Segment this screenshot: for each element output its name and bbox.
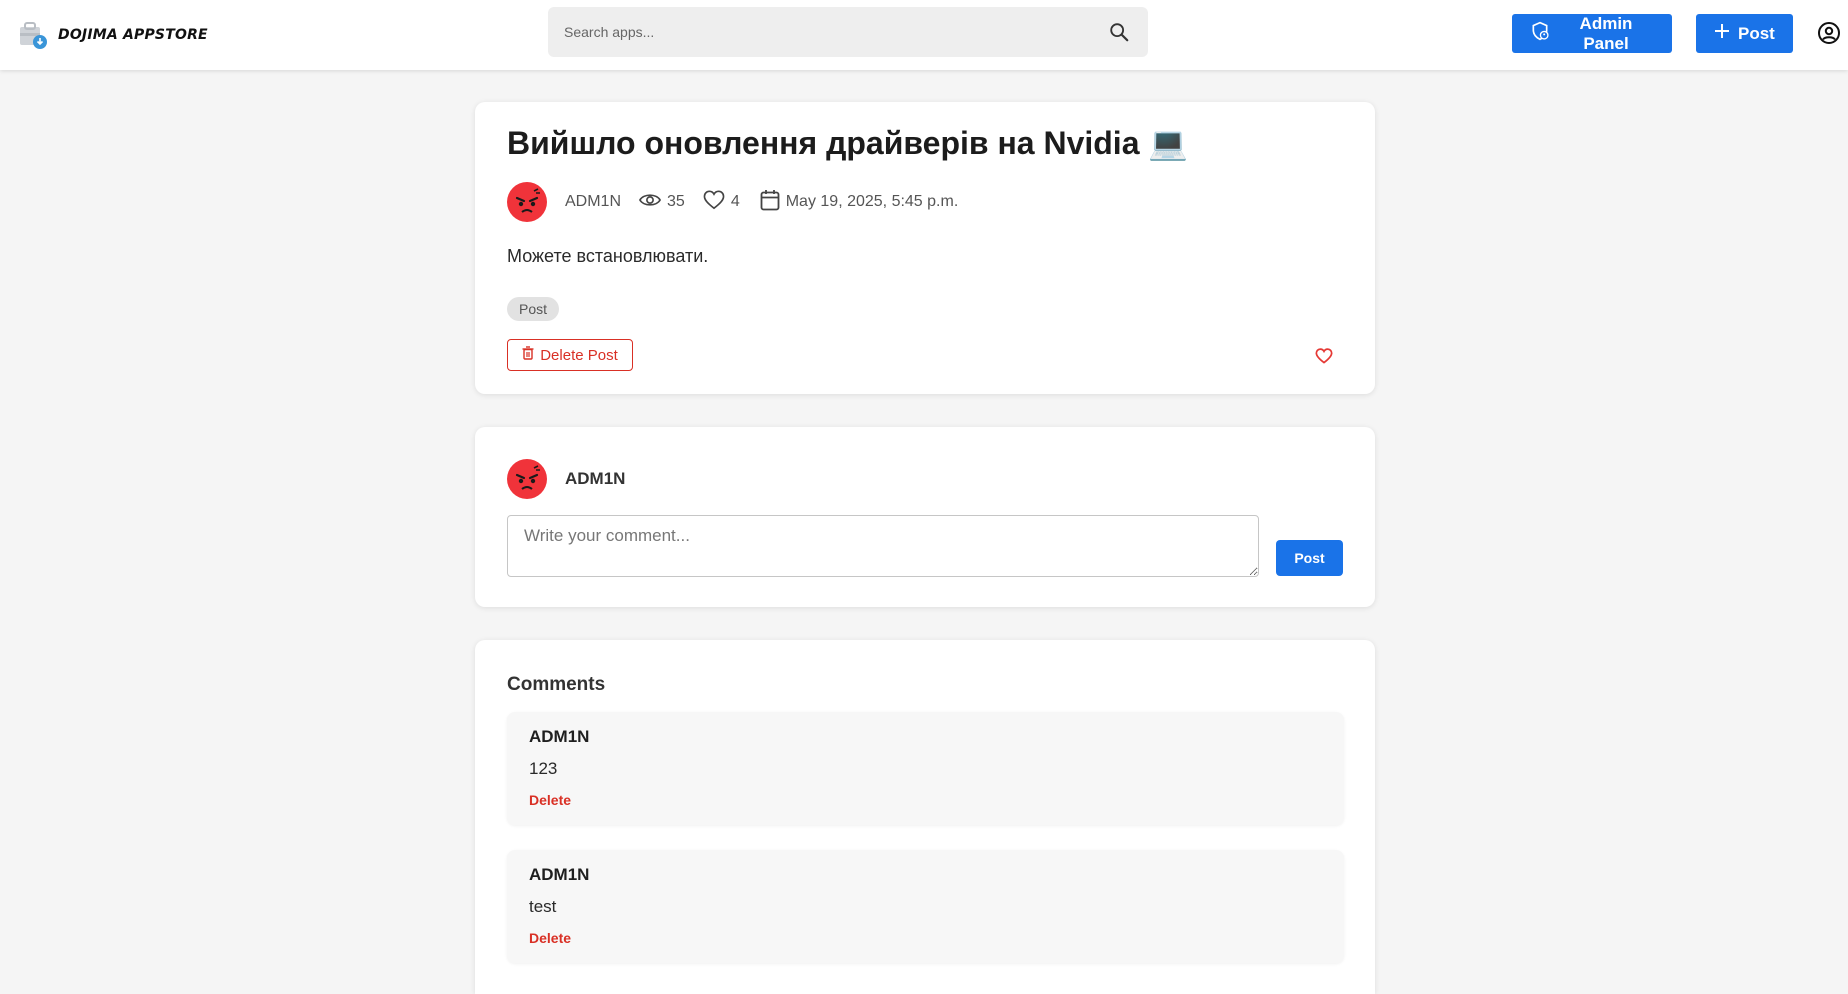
post-author[interactable]: ADM1N	[565, 193, 621, 211]
delete-post-label: Delete Post	[540, 346, 618, 364]
comment-item: ADM1N 123 Delete	[507, 712, 1344, 825]
eye-icon	[638, 192, 662, 213]
heart-icon	[703, 190, 725, 215]
search-input[interactable]	[564, 24, 1108, 40]
top-navbar: DOJIMA APPSTORE Admin Panel Post	[0, 0, 1848, 70]
comment-text: test	[529, 897, 557, 916]
comment-form-card: ADM1N Post	[475, 427, 1375, 607]
brand-logo-link[interactable]: DOJIMA APPSTORE	[18, 17, 208, 53]
delete-comment-button[interactable]: Delete	[529, 930, 571, 946]
comment-author: ADM1N	[529, 865, 590, 884]
date-value: May 19, 2025, 5:45 p.m.	[785, 193, 959, 210]
new-post-label: Post	[1738, 23, 1775, 43]
appstore-logo-icon	[18, 19, 50, 51]
post-title: Вийшло оновлення драйверів на Nvidia 💻	[507, 125, 1189, 161]
brand-name: DOJIMA APPSTORE	[58, 27, 208, 43]
trash-icon	[522, 346, 534, 364]
admin-panel-button[interactable]: Admin Panel	[1512, 14, 1672, 53]
new-post-button[interactable]: Post	[1696, 14, 1793, 53]
comments-card: Comments ADM1N 123 Delete ADM1N test Del…	[475, 640, 1375, 994]
search-icon[interactable]	[1108, 21, 1130, 43]
calendar-icon	[760, 189, 780, 216]
comment-form-username: ADM1N	[565, 469, 626, 488]
delete-comment-button[interactable]: Delete	[529, 792, 571, 808]
post-meta: ADM1N 35 4 May 19, 2025, 5:45 p.m.	[507, 182, 958, 222]
comment-item: ADM1N test Delete	[507, 850, 1344, 963]
views-value: 35	[667, 193, 685, 210]
post-body: Можете встановлювати.	[507, 246, 709, 266]
comment-text: 123	[529, 759, 558, 778]
likes-value: 4	[730, 193, 740, 210]
comment-textarea[interactable]	[507, 515, 1259, 577]
comment-author: ADM1N	[529, 727, 590, 746]
like-heart-icon[interactable]	[1311, 343, 1337, 369]
account-circle-icon[interactable]	[1817, 21, 1841, 45]
admin-shield-icon	[1530, 21, 1550, 46]
post-card: Вийшло оновлення драйверів на Nvidia 💻 A…	[475, 102, 1375, 394]
comments-title: Comments	[507, 674, 606, 695]
avatar[interactable]	[507, 182, 547, 222]
plus-icon	[1714, 23, 1730, 44]
post-comment-button[interactable]: Post	[1276, 540, 1343, 576]
like-count: 4	[703, 190, 740, 215]
view-count: 35	[638, 192, 685, 213]
admin-panel-label: Admin Panel	[1579, 13, 1633, 53]
comment-form-user: ADM1N	[507, 459, 625, 499]
post-date: May 19, 2025, 5:45 p.m.	[760, 189, 959, 216]
delete-post-button[interactable]: Delete Post	[507, 339, 633, 371]
avatar[interactable]	[507, 459, 547, 499]
post-tag[interactable]: Post	[507, 297, 560, 321]
search-bar	[548, 7, 1148, 57]
